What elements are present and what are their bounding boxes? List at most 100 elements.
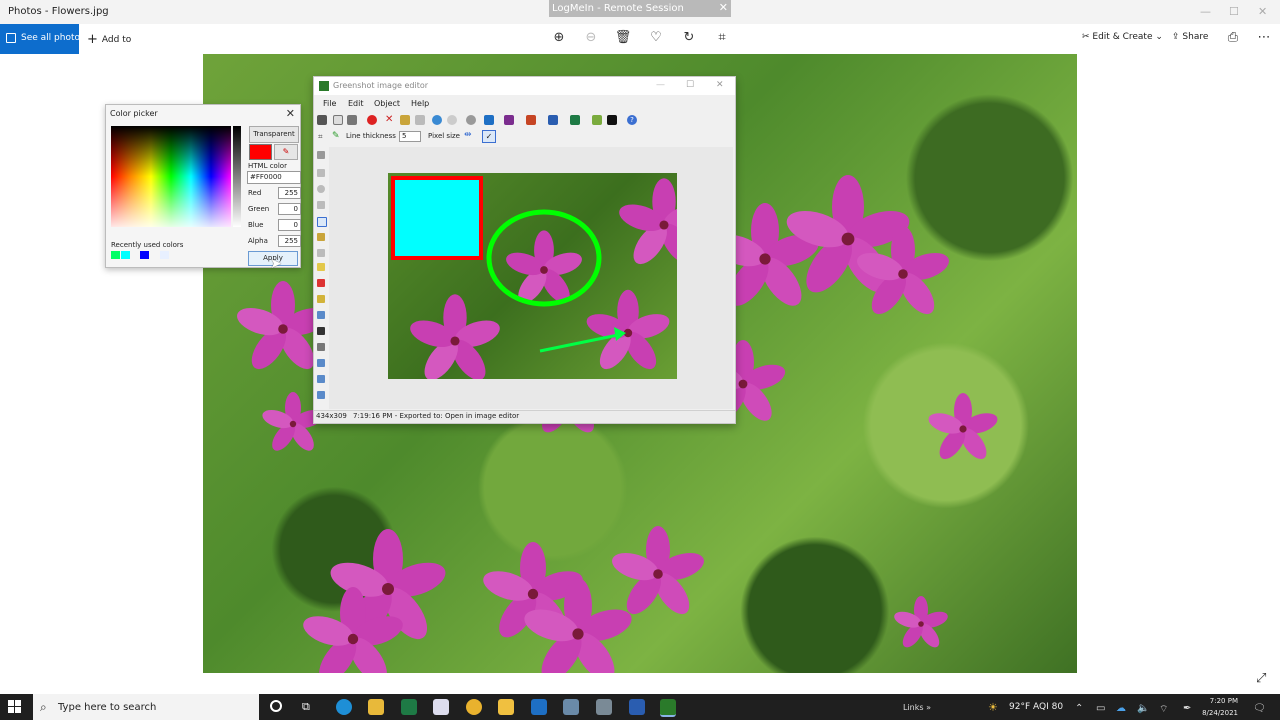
notifications-icon[interactable]: 🗨: [1253, 703, 1266, 714]
onenote-icon[interactable]: [504, 115, 514, 125]
arrow-heads-icon[interactable]: ⇹: [464, 130, 472, 140]
confirm-icon[interactable]: ✓: [482, 130, 496, 143]
menu-file[interactable]: File: [323, 99, 336, 108]
blue-input[interactable]: 0: [278, 219, 301, 231]
photos-app-icon[interactable]: [629, 699, 645, 715]
line-thickness-input[interactable]: 5: [399, 131, 421, 142]
select-tool-icon[interactable]: [317, 151, 325, 159]
clock-date[interactable]: 8/24/2021: [1200, 709, 1238, 717]
image-icon[interactable]: [592, 115, 602, 125]
recent-color-swatch[interactable]: [140, 251, 149, 259]
transparent-button[interactable]: Transparent: [249, 126, 299, 143]
powerpoint-icon[interactable]: [526, 115, 536, 125]
outlook-icon[interactable]: [531, 699, 547, 715]
task-view-icon[interactable]: ⧉: [302, 700, 310, 714]
counter-tool-icon[interactable]: [317, 279, 325, 287]
pipette-icon[interactable]: ✎: [274, 144, 298, 160]
settings-app-icon[interactable]: [596, 699, 612, 715]
menu-object[interactable]: Object: [374, 99, 400, 108]
sticky-notes-icon[interactable]: [498, 699, 514, 715]
resize-tool-icon[interactable]: [317, 343, 325, 351]
image-tool-icon[interactable]: [317, 375, 325, 383]
grayscale-strip[interactable]: [233, 126, 241, 227]
close-icon[interactable]: ✕: [1258, 5, 1267, 18]
text-tool-icon[interactable]: [317, 249, 325, 257]
chevron-up-icon[interactable]: ⌃: [1075, 703, 1083, 714]
greenshot-app-icon[interactable]: [660, 699, 676, 717]
effects-tool-icon[interactable]: [317, 327, 325, 335]
minimize-icon[interactable]: —: [656, 80, 665, 90]
excel-icon[interactable]: [570, 115, 580, 125]
close-icon[interactable]: ✕: [286, 107, 295, 120]
snipping-tool-icon[interactable]: [563, 699, 579, 715]
alpha-input[interactable]: 255: [278, 235, 301, 247]
maximize-icon[interactable]: ☐: [1229, 5, 1239, 18]
obfuscate-tool-icon[interactable]: [317, 295, 325, 303]
outlook-icon[interactable]: [484, 115, 494, 125]
crop-side-tool-icon[interactable]: [317, 311, 325, 319]
line-color-icon[interactable]: ✎: [332, 131, 340, 141]
undo-icon[interactable]: [432, 115, 442, 125]
recent-color-swatch[interactable]: [111, 251, 120, 259]
search-input[interactable]: Type here to search: [58, 702, 156, 713]
zoom-in-icon[interactable]: ⊕: [549, 29, 569, 47]
network-icon[interactable]: ▭: [1096, 703, 1105, 714]
windows-start-icon[interactable]: [8, 700, 22, 714]
edge-icon[interactable]: [336, 699, 352, 715]
redo-icon[interactable]: [447, 115, 457, 125]
pen-icon[interactable]: ✒: [1183, 703, 1191, 714]
excel-icon[interactable]: [401, 699, 417, 715]
cortana-icon[interactable]: [270, 700, 282, 712]
help-icon[interactable]: ?: [627, 115, 637, 125]
crop-tool-icon[interactable]: ⌗: [318, 132, 323, 142]
recent-color-swatch[interactable]: [160, 251, 169, 259]
fullscreen-icon[interactable]: ⤢: [1256, 671, 1266, 686]
delete-icon[interactable]: ✕: [385, 115, 395, 125]
maximize-icon[interactable]: ☐: [686, 80, 694, 90]
arrow-tool-icon[interactable]: [317, 217, 327, 227]
highlight-tool-icon[interactable]: [317, 263, 325, 271]
close-icon[interactable]: ✕: [716, 80, 724, 90]
file-explorer-icon[interactable]: [368, 699, 384, 715]
rectangle-tool-icon[interactable]: [317, 169, 325, 177]
add-to-button[interactable]: + Add to: [87, 32, 131, 47]
save-icon[interactable]: [317, 115, 327, 125]
weather-widget[interactable]: 92°F AQI 80: [1009, 702, 1063, 712]
close-icon[interactable]: ✕: [719, 1, 728, 14]
settings-icon[interactable]: [466, 115, 476, 125]
line-tool-icon[interactable]: [317, 201, 325, 209]
minimize-icon[interactable]: —: [1200, 5, 1211, 18]
remote-session-bar[interactable]: LogMeIn - Remote Session ✕: [549, 0, 731, 17]
delete-icon[interactable]: 🗑: [613, 29, 633, 47]
ellipse-tool-icon[interactable]: [317, 185, 325, 193]
menu-edit[interactable]: Edit: [348, 99, 364, 108]
rotate-tool-icon[interactable]: [317, 359, 325, 367]
red-input[interactable]: 255: [278, 187, 301, 199]
print-icon[interactable]: ⎙: [1223, 29, 1243, 47]
paste-icon[interactable]: [415, 115, 425, 125]
word-icon[interactable]: [548, 115, 558, 125]
menu-help[interactable]: Help: [411, 99, 429, 108]
editor-canvas[interactable]: [388, 173, 677, 379]
onedrive-icon[interactable]: ☁: [1116, 703, 1126, 714]
notepad-icon[interactable]: [433, 699, 449, 715]
volume-icon[interactable]: 🔈: [1137, 703, 1149, 714]
color-palette-grid[interactable]: [111, 126, 231, 227]
favorite-icon[interactable]: ♡: [646, 29, 666, 47]
recent-color-swatch[interactable]: [121, 251, 130, 259]
clock-time[interactable]: 7:20 PM: [1208, 697, 1238, 705]
info-icon[interactable]: [607, 115, 617, 125]
wifi-icon[interactable]: ⌔: [1159, 703, 1168, 716]
share-button[interactable]: ⇪ Share: [1172, 32, 1208, 42]
rotate-icon[interactable]: ↻: [679, 29, 699, 47]
clipboard-icon[interactable]: [333, 115, 343, 125]
chrome-icon[interactable]: [466, 699, 482, 715]
copy-icon[interactable]: [400, 115, 410, 125]
html-color-input[interactable]: #FF0000: [247, 171, 301, 184]
stop-icon[interactable]: [367, 115, 377, 125]
settings-tool-icon[interactable]: [317, 391, 325, 399]
green-input[interactable]: 0: [278, 203, 301, 215]
crop-icon[interactable]: ⌗: [712, 29, 732, 47]
edit-create-button[interactable]: ✂ Edit & Create ⌄: [1082, 32, 1163, 42]
freehand-tool-icon[interactable]: [317, 233, 325, 241]
